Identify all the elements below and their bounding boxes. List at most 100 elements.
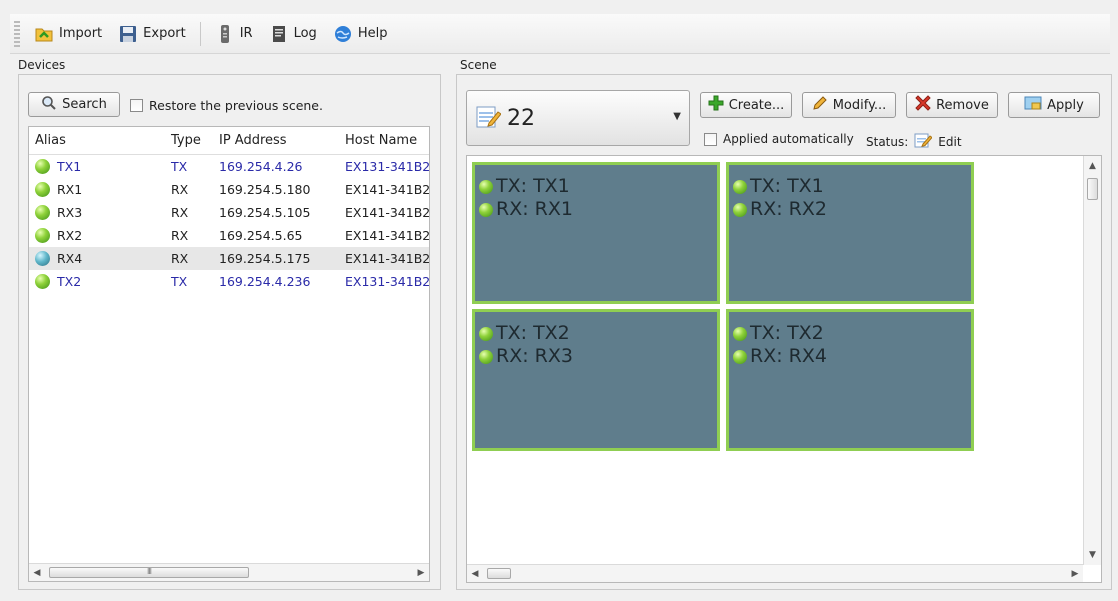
applied-automatically-option[interactable]: Applied automatically — [704, 132, 854, 146]
rx-status-dot-icon — [733, 349, 747, 364]
log-button[interactable]: Log — [261, 20, 325, 48]
scene-group-title: Scene — [460, 58, 497, 72]
toolbar-separator — [199, 21, 201, 46]
status-dot-icon — [35, 251, 50, 266]
modify-button[interactable]: Modify... — [802, 92, 896, 118]
type-cell: RX — [171, 228, 189, 243]
device-table-hscrollbar[interactable]: ◀ III ▶ — [29, 563, 429, 581]
table-row-selected[interactable]: RX4 RX 169.254.5.175 EX141-341B2 — [29, 247, 429, 270]
scene-tile[interactable]: TX: TX1 RX: RX1 — [472, 162, 720, 304]
table-row[interactable]: TX1 TX 169.254.4.26 EX131-341B2 — [29, 155, 429, 178]
create-button[interactable]: Create... — [700, 92, 792, 118]
scene-tile[interactable]: TX: TX2 RX: RX4 — [726, 309, 974, 451]
import-button[interactable]: Import — [26, 20, 110, 48]
table-row[interactable]: RX3 RX 169.254.5.105 EX141-341B2 — [29, 201, 429, 224]
create-label: Create... — [728, 97, 785, 113]
scroll-left-arrow-icon[interactable]: ◀ — [29, 564, 45, 581]
tile-tx-label: TX: TX1 — [750, 175, 824, 197]
scene-select-value: 22 — [507, 105, 535, 131]
scene-tile[interactable]: TX: TX2 RX: RX3 — [472, 309, 720, 451]
hscroll-grip: III — [146, 567, 152, 576]
tile-rx-label: RX: RX3 — [496, 345, 573, 367]
restore-scene-checkbox[interactable] — [130, 99, 143, 112]
host-cell: EX141-341B2 — [345, 228, 429, 243]
ir-label: IR — [239, 26, 253, 41]
applied-automatically-checkbox[interactable] — [704, 132, 717, 146]
search-button[interactable]: Search — [28, 92, 120, 117]
host-cell: EX141-341B2 — [345, 251, 429, 266]
status-dot-icon — [35, 274, 50, 289]
type-cell: TX — [171, 274, 188, 289]
import-icon — [34, 24, 54, 44]
table-row[interactable]: RX2 RX 169.254.5.65 EX141-341B2 — [29, 224, 429, 247]
remove-button[interactable]: Remove — [906, 92, 998, 118]
save-icon — [118, 24, 138, 44]
column-type[interactable]: Type — [165, 133, 213, 148]
scroll-left-arrow-icon[interactable]: ◀ — [467, 565, 483, 582]
scroll-right-arrow-icon[interactable]: ▶ — [1067, 565, 1083, 582]
remove-label: Remove — [936, 97, 989, 113]
status-dot-icon — [35, 205, 50, 220]
help-globe-icon — [333, 24, 353, 44]
import-label: Import — [59, 26, 103, 41]
restore-scene-option[interactable]: Restore the previous scene. — [130, 98, 323, 113]
alias-cell: TX1 — [57, 159, 82, 174]
tile-rx-label: RX: RX1 — [496, 198, 573, 220]
hscroll-thumb[interactable] — [487, 568, 511, 579]
alias-cell: RX1 — [57, 182, 83, 197]
export-label: Export — [143, 26, 186, 41]
scene-vscrollbar[interactable]: ▲ ▼ — [1083, 156, 1101, 565]
search-label: Search — [62, 97, 107, 112]
device-table-header: Alias Type IP Address Host Name — [29, 127, 429, 155]
table-row[interactable]: RX1 RX 169.254.5.180 EX141-341B2 — [29, 178, 429, 201]
status-label: Status: — [866, 134, 909, 149]
status-dot-icon — [35, 159, 50, 174]
column-alias[interactable]: Alias — [29, 133, 165, 148]
host-cell: EX141-341B2 — [345, 182, 429, 197]
alias-cell: RX3 — [57, 205, 83, 220]
column-host-name[interactable]: Host Name — [339, 133, 429, 148]
rx-status-dot-icon — [733, 202, 747, 217]
alias-cell: RX4 — [57, 251, 83, 266]
scene-select[interactable]: 22 ▼ — [466, 90, 690, 146]
plus-icon — [708, 95, 724, 115]
column-ip-address[interactable]: IP Address — [213, 133, 339, 148]
tile-rx-label: RX: RX4 — [750, 345, 827, 367]
tile-tx-label: TX: TX1 — [496, 175, 570, 197]
remote-control-icon — [215, 24, 235, 44]
host-cell: EX131-341B2 — [345, 159, 429, 174]
alias-cell: RX2 — [57, 228, 83, 243]
ir-button[interactable]: IR — [207, 20, 261, 48]
scene-status: Status: Edit — [866, 132, 962, 151]
tx-status-dot-icon — [479, 326, 493, 341]
ip-cell: 169.254.4.26 — [219, 159, 303, 174]
type-cell: RX — [171, 251, 189, 266]
chevron-down-icon[interactable]: ▼ — [673, 111, 681, 122]
ip-cell: 169.254.4.236 — [219, 274, 311, 289]
tile-tx-label: TX: TX2 — [750, 322, 824, 344]
toolbar-grip[interactable] — [14, 20, 20, 47]
ip-cell: 169.254.5.175 — [219, 251, 311, 266]
table-row[interactable]: TX2 TX 169.254.4.236 EX131-341B2 — [29, 270, 429, 293]
scene-hscrollbar[interactable]: ◀ ▶ — [467, 564, 1083, 582]
scene-tile[interactable]: TX: TX1 RX: RX2 — [726, 162, 974, 304]
devices-group-title: Devices — [18, 58, 66, 72]
scroll-right-arrow-icon[interactable]: ▶ — [413, 564, 429, 581]
type-cell: RX — [171, 205, 189, 220]
ip-cell: 169.254.5.105 — [219, 205, 311, 220]
pencil-icon — [812, 95, 828, 115]
apply-label: Apply — [1047, 97, 1084, 113]
tx-status-dot-icon — [733, 179, 747, 194]
scene-canvas: TX: TX1 RX: RX1 TX: TX1 RX: RX2 TX: TX2 … — [466, 155, 1102, 583]
vscroll-thumb[interactable] — [1087, 178, 1098, 200]
export-button[interactable]: Export — [110, 20, 194, 48]
ip-cell: 169.254.5.180 — [219, 182, 311, 197]
hscroll-thumb[interactable]: III — [49, 567, 249, 578]
scroll-up-arrow-icon[interactable]: ▲ — [1084, 158, 1101, 174]
device-table: Alias Type IP Address Host Name TX1 TX 1… — [28, 126, 430, 582]
help-button[interactable]: Help — [325, 20, 396, 48]
apply-button[interactable]: Apply — [1008, 92, 1100, 118]
status-value: Edit — [938, 134, 962, 149]
main-toolbar: Import Export IR Log Help — [10, 14, 1110, 54]
scroll-down-arrow-icon[interactable]: ▼ — [1084, 547, 1101, 563]
